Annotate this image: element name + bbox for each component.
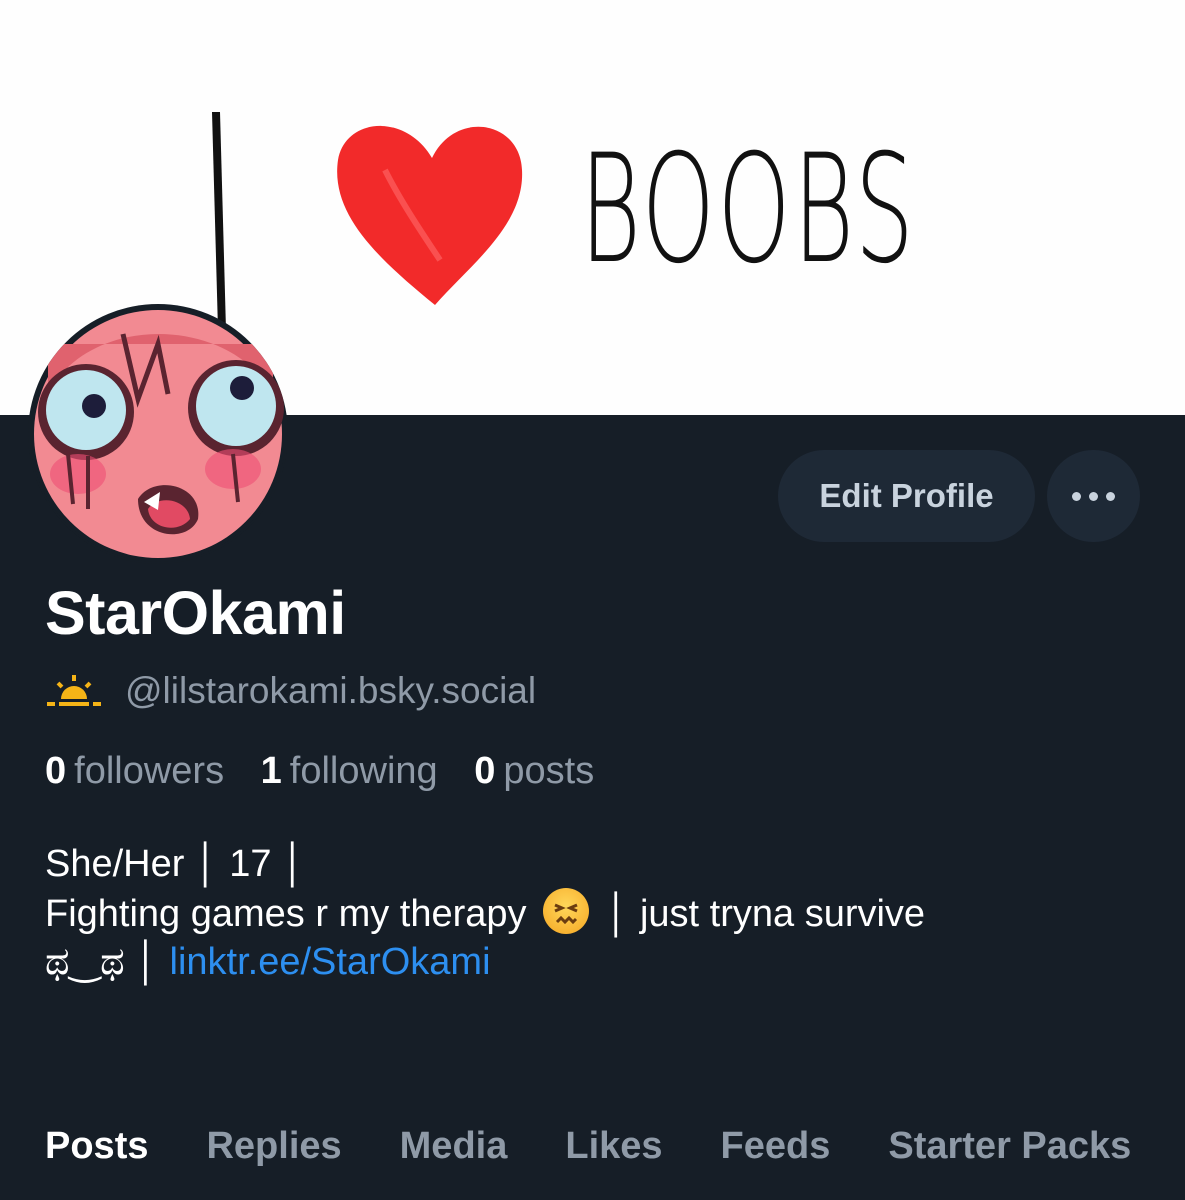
profile-tabs: Posts Replies Media Likes Feeds Starter … <box>45 1125 1185 1168</box>
ellipsis-icon <box>1072 491 1081 501</box>
handle[interactable]: @lilstarokami.bsky.social <box>125 670 536 712</box>
tab-posts[interactable]: Posts <box>45 1125 148 1168</box>
more-options-button[interactable] <box>1047 450 1140 542</box>
followers-stat[interactable]: 0 followers <box>45 750 224 792</box>
sunrise-icon <box>47 675 101 706</box>
bio-line-3: ಥ‿ಥ │ linktr.ee/StarOkami <box>45 941 491 983</box>
avatar[interactable] <box>28 304 288 564</box>
bio-link[interactable]: linktr.ee/StarOkami <box>170 941 491 983</box>
edit-profile-button[interactable]: Edit Profile <box>778 450 1035 542</box>
profile-stats: 0 followers 1 following 0 posts <box>45 750 594 793</box>
tab-likes[interactable]: Likes <box>565 1125 662 1168</box>
heart-icon <box>337 125 523 305</box>
tab-replies[interactable]: Replies <box>206 1125 341 1168</box>
display-name: StarOkami <box>45 579 346 647</box>
banner-text: BOOBS <box>580 123 917 297</box>
tab-starter-packs[interactable]: Starter Packs <box>888 1125 1131 1168</box>
profile-bio: She/Her │ 17 │ Fighting games r my thera… <box>45 840 1155 986</box>
posts-stat: 0 posts <box>474 750 595 792</box>
tab-feeds[interactable]: Feeds <box>721 1125 831 1168</box>
tab-media[interactable]: Media <box>400 1125 508 1168</box>
bio-line-2: Fighting games r my therapy │ just tryna… <box>45 888 1155 938</box>
handle-row: @lilstarokami.bsky.social <box>45 670 536 712</box>
confounded-face-icon <box>543 888 590 934</box>
following-stat[interactable]: 1 following <box>261 750 438 792</box>
bio-line-1: She/Her │ 17 │ <box>45 843 306 885</box>
